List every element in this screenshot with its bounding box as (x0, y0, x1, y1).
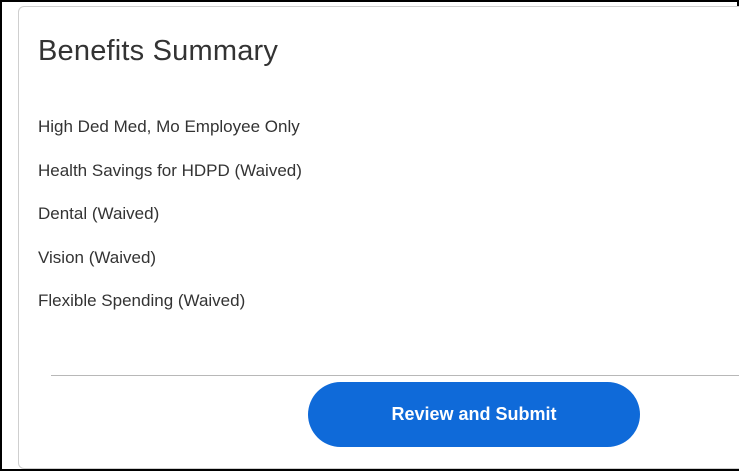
screenshot-frame: Benefits Summary High Ded Med, Mo Employ… (0, 0, 739, 471)
benefit-item-health-savings: Health Savings for HDPD (Waived) (38, 160, 302, 180)
review-and-submit-button[interactable]: Review and Submit (308, 382, 640, 447)
benefits-list: High Ded Med, Mo Employee Only Health Sa… (38, 113, 302, 331)
divider (51, 375, 739, 376)
benefit-item-medical: High Ded Med, Mo Employee Only (38, 117, 300, 136)
page-title: Benefits Summary (38, 35, 279, 67)
benefits-summary-card: Benefits Summary High Ded Med, Mo Employ… (18, 6, 739, 469)
benefit-item-dental: Dental (Waived) (38, 204, 160, 223)
benefit-item-flexible-spending: Flexible Spending (Waived) (38, 291, 246, 310)
benefit-item-vision: Vision (Waived) (38, 247, 157, 267)
